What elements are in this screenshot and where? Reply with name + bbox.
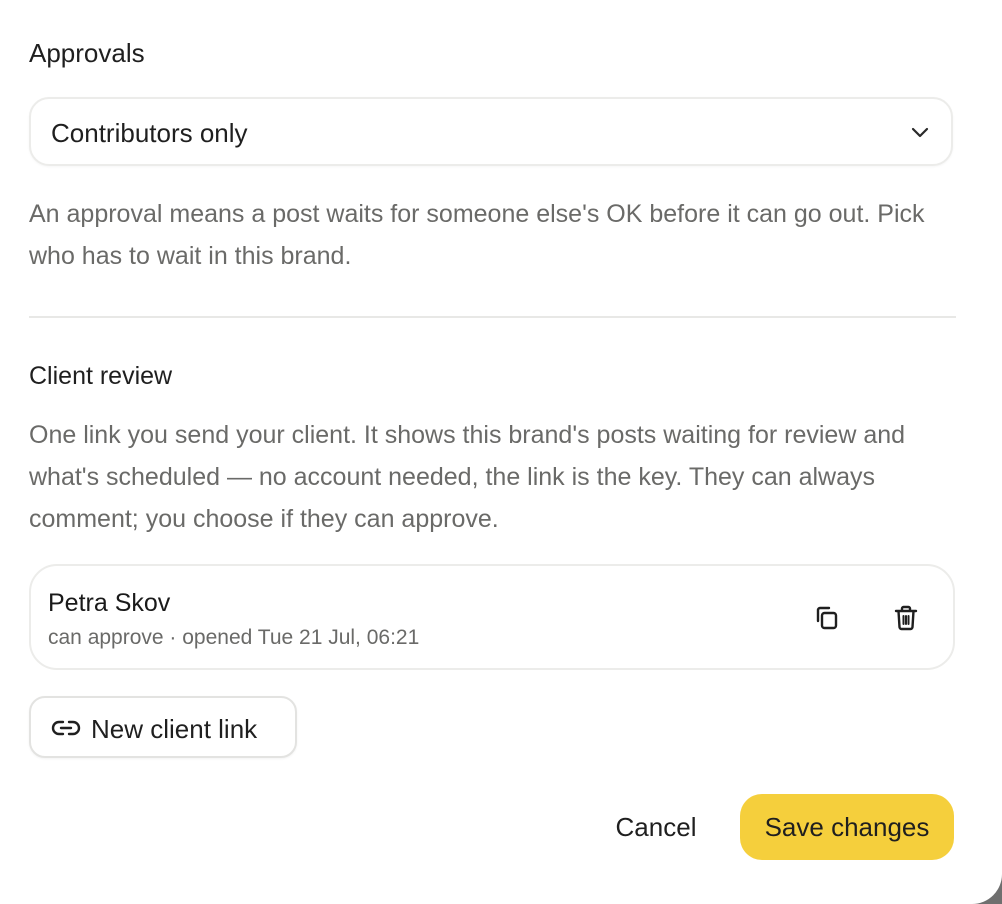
trash-icon — [894, 605, 918, 631]
link-icon — [51, 720, 81, 736]
save-changes-button[interactable]: Save changes — [740, 794, 954, 860]
client-link-meta: can approve · opened Tue 21 Jul, 06:21 — [48, 626, 420, 649]
approvals-select[interactable]: Contributors only — [29, 97, 953, 166]
approvals-settings-panel: Approvals Contributors only An approval … — [0, 0, 1002, 904]
client-link-name: Petra Skov — [48, 589, 171, 617]
client-review-description: One link you send your client. It shows … — [29, 421, 906, 533]
approvals-description: An approval means a post waits for someo… — [29, 200, 925, 270]
copy-icon — [816, 606, 838, 630]
delete-link-button[interactable] — [888, 600, 924, 636]
client-review-heading: Client review — [29, 362, 173, 390]
section-divider — [29, 316, 956, 318]
approvals-heading: Approvals — [29, 38, 145, 68]
approvals-selected-value: Contributors only — [51, 118, 248, 148]
new-client-link-button[interactable]: New client link — [29, 696, 297, 758]
client-link-card: Petra Skov can approve · opened Tue 21 J… — [29, 564, 955, 670]
cancel-button[interactable]: Cancel — [598, 794, 714, 860]
copy-link-button[interactable] — [808, 600, 844, 636]
new-client-link-label: New client link — [91, 714, 258, 744]
chevron-down-icon — [911, 127, 929, 138]
